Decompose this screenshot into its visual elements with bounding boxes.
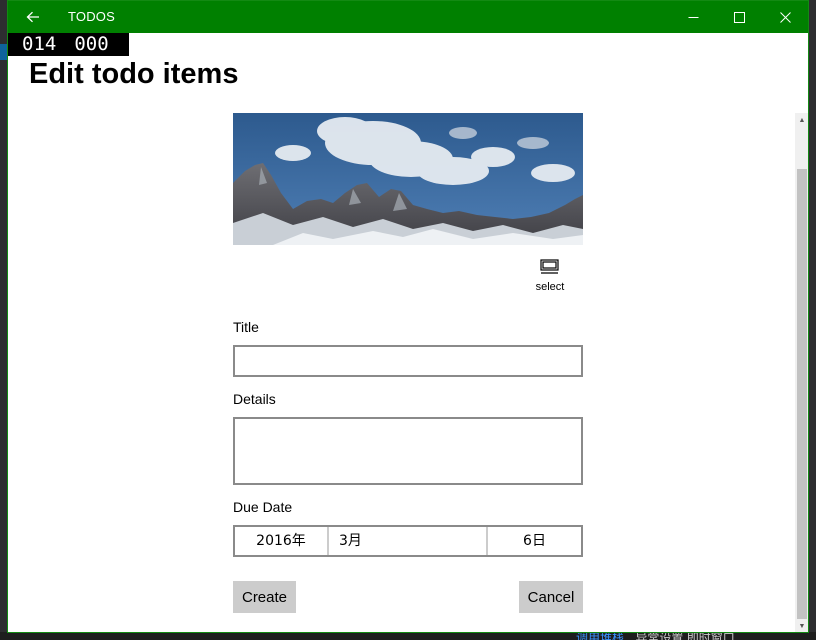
mountain-landscape-image — [233, 113, 583, 245]
vertical-scrollbar[interactable]: ▲ ▼ — [795, 113, 808, 632]
back-arrow-icon — [26, 11, 39, 23]
due-date-day[interactable]: 6日 — [488, 527, 581, 555]
details-input[interactable] — [233, 417, 583, 485]
due-date-picker[interactable]: 2016年 3月 6日 — [233, 525, 583, 557]
maximize-button[interactable] — [716, 1, 762, 33]
due-date-year[interactable]: 2016年 — [235, 527, 329, 555]
due-date-month[interactable]: 3月 — [329, 527, 488, 555]
background-window-right — [808, 0, 816, 640]
select-image-button[interactable]: select — [528, 259, 572, 301]
close-icon — [779, 11, 791, 23]
image-select-icon — [540, 259, 559, 274]
minimize-icon — [688, 16, 698, 18]
frame-counter-right: 000 — [74, 33, 109, 55]
details-label: Details — [233, 391, 276, 407]
title-input[interactable] — [233, 345, 583, 377]
title-label: Title — [233, 319, 259, 335]
app-title: TODOS — [68, 9, 115, 24]
scroll-thumb[interactable] — [797, 169, 807, 619]
cancel-button[interactable]: Cancel — [519, 581, 583, 613]
scroll-up-arrow-icon[interactable]: ▲ — [795, 113, 808, 127]
page-title: Edit todo items — [29, 58, 239, 90]
create-button[interactable]: Create — [233, 581, 296, 613]
title-bar: TODOS — [8, 1, 808, 33]
todo-image — [233, 113, 583, 245]
app-window: TODOS 014 000 Edit todo items select Tit… — [7, 0, 809, 633]
select-image-label: select — [535, 281, 565, 293]
frame-counter-left: 014 — [22, 33, 57, 55]
frame-rate-counter: 014 000 — [8, 33, 129, 56]
due-date-label: Due Date — [233, 499, 293, 515]
close-button[interactable] — [762, 1, 808, 33]
back-button[interactable] — [18, 1, 48, 33]
minimize-button[interactable] — [670, 1, 716, 33]
scroll-down-arrow-icon[interactable]: ▼ — [795, 619, 808, 632]
maximize-icon — [733, 11, 745, 23]
